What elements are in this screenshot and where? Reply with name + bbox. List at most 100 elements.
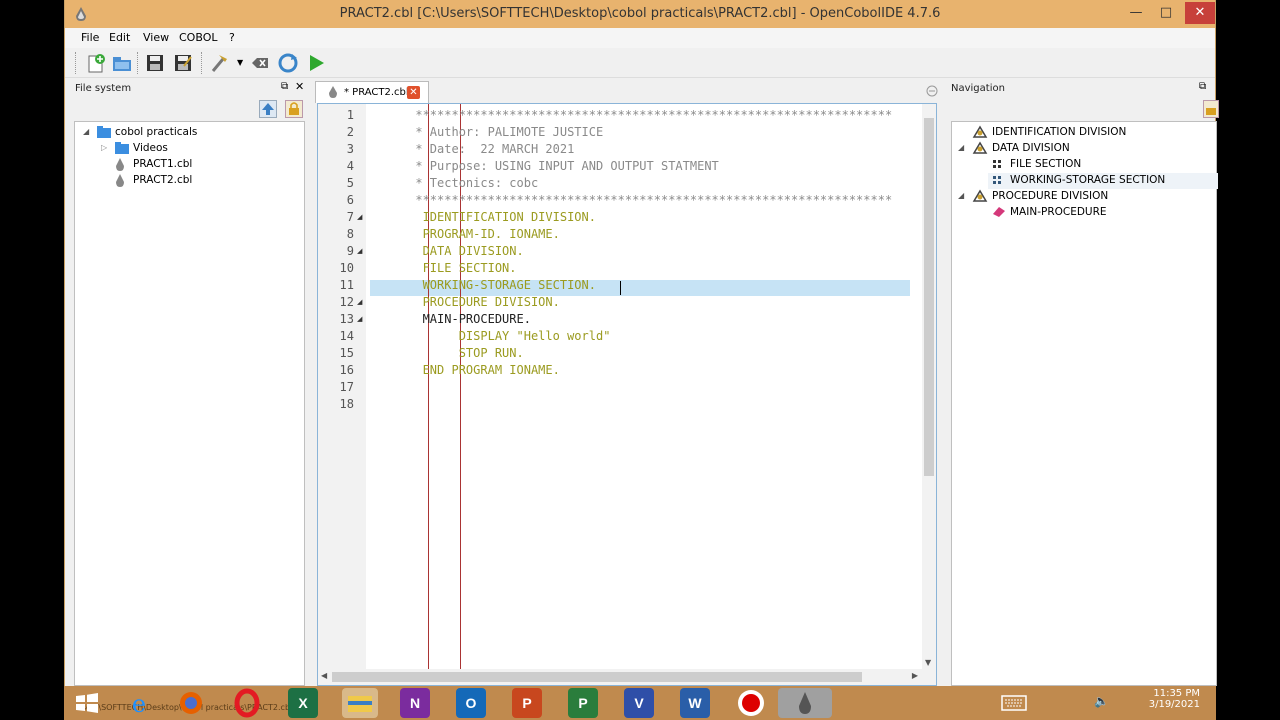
project-icon[interactable]: P <box>568 688 598 718</box>
code-line[interactable]: FILE SECTION. <box>372 261 517 275</box>
powerpoint-icon[interactable]: P <box>512 688 542 718</box>
code-line[interactable]: MAIN-PROCEDURE. <box>372 312 531 326</box>
expanded-arrow-icon[interactable]: ◢ <box>958 143 964 152</box>
windows-start-icon[interactable] <box>72 688 102 718</box>
code-line[interactable]: * Purpose: USING INPUT AND OUTPUT STATME… <box>372 159 718 173</box>
menu-help[interactable]: ? <box>229 31 235 44</box>
menu-edit[interactable]: Edit <box>109 31 130 44</box>
onenote-icon[interactable]: N <box>400 688 430 718</box>
close-panel-icon[interactable]: ✕ <box>295 80 304 93</box>
save-icon[interactable] <box>144 52 166 74</box>
code-line[interactable]: * Author: PALIMOTE JUSTICE <box>372 125 603 139</box>
horizontal-scroll-thumb[interactable] <box>332 672 862 682</box>
editor-area: * PRACT2.cbl ✕ 1 2 3 4 5 6 7 ◢ 8 9 ◢ 10 11 12 ◢ 13 ◢ 14 15… <box>313 79 941 686</box>
navigation-panel: Navigation ⧉ IDENTIFICATION DIVISION ◢ D… <box>945 79 1219 686</box>
nav-item-data-division[interactable]: ◢ DATA DIVISION <box>958 141 1208 157</box>
section-icon <box>993 160 1001 168</box>
lock-icon[interactable] <box>285 100 303 118</box>
division-icon <box>972 141 988 154</box>
close-tab-icon[interactable]: ✕ <box>407 86 420 99</box>
code-line[interactable]: PROCEDURE DIVISION. <box>372 295 560 309</box>
nav-item-file-section[interactable]: FILE SECTION <box>992 157 1212 173</box>
tab-options-icon[interactable] <box>925 84 939 98</box>
scroll-right-icon[interactable]: ▶ <box>912 671 918 680</box>
tray-date: 3/19/2021 <box>1148 699 1200 710</box>
code-line[interactable]: PROGRAM-ID. IONAME. <box>372 227 560 241</box>
open-file-icon[interactable] <box>111 52 133 74</box>
nav-item-identification-division[interactable]: IDENTIFICATION DIVISION <box>972 125 1212 141</box>
go-up-icon[interactable] <box>259 100 277 118</box>
code-line[interactable]: * Date: 22 MARCH 2021 <box>372 142 574 156</box>
tree-item-pract2[interactable]: PRACT2.cbl <box>115 173 275 189</box>
undock-icon[interactable]: ⧉ <box>281 81 288 92</box>
new-file-icon[interactable] <box>85 52 107 74</box>
file-explorer-icon[interactable] <box>342 688 378 718</box>
fold-arrow-icon[interactable]: ◢ <box>357 298 362 306</box>
line-number: 7 <box>346 210 354 224</box>
code-editor[interactable]: 1 2 3 4 5 6 7 ◢ 8 9 ◢ 10 11 12 ◢ 13 ◢ 14 15 16 17 18 ********… <box>317 103 937 686</box>
excel-icon[interactable]: X <box>288 688 318 718</box>
code-line[interactable]: DISPLAY "Hello world" <box>372 329 611 343</box>
outlook-icon[interactable]: O <box>456 688 486 718</box>
undock-icon[interactable]: ⧉ <box>1199 81 1206 92</box>
code-line[interactable]: ****************************************… <box>372 193 892 207</box>
toolbar-grip <box>201 52 203 74</box>
fold-arrow-icon[interactable]: ◢ <box>357 247 362 255</box>
collapsed-arrow-icon[interactable]: ▷ <box>101 143 107 152</box>
fold-arrow-icon[interactable]: ◢ <box>357 213 362 221</box>
nav-item-working-storage-section[interactable]: WORKING-STORAGE SECTION <box>988 173 1218 189</box>
app-window: PRACT2.cbl [C:\Users\SOFTTECH\Desktop\co… <box>64 0 1219 686</box>
scroll-left-icon[interactable]: ◀ <box>321 671 327 680</box>
code-line[interactable]: END PROGRAM IONAME. <box>372 363 560 377</box>
svg-text:e: e <box>132 690 146 718</box>
section-icon <box>993 176 1001 184</box>
opera-icon[interactable] <box>232 688 262 718</box>
vertical-scrollbar[interactable]: ▼ <box>922 104 936 669</box>
keyboard-icon[interactable] <box>1001 695 1027 711</box>
code-line[interactable]: * Tectonics: cobc <box>372 176 538 190</box>
volume-icon[interactable]: 🔈 <box>1094 694 1109 708</box>
lock-icon[interactable] <box>1203 100 1219 118</box>
tab-pract2[interactable]: * PRACT2.cbl ✕ <box>315 81 429 103</box>
visio-icon[interactable]: V <box>624 688 654 718</box>
internet-explorer-icon[interactable]: e <box>124 688 154 718</box>
expanded-arrow-icon[interactable]: ◢ <box>958 191 964 200</box>
run-icon[interactable] <box>305 52 327 74</box>
scroll-down-icon[interactable]: ▼ <box>925 658 931 667</box>
fold-arrow-icon[interactable]: ◢ <box>357 315 362 323</box>
record-icon[interactable] <box>736 688 766 718</box>
code-line[interactable]: WORKING-STORAGE SECTION. <box>372 278 596 292</box>
close-button[interactable]: ✕ <box>1185 2 1215 24</box>
tree-item-cobol-practicals[interactable]: ◢ cobol practicals <box>83 125 283 141</box>
chevron-down-icon[interactable]: ▼ <box>237 58 243 67</box>
code-line[interactable]: STOP RUN. <box>372 346 524 360</box>
horizontal-scrollbar[interactable]: ◀ ▶ <box>318 669 936 685</box>
minimize-button[interactable]: — <box>1121 2 1151 24</box>
tree-item-pract1[interactable]: PRACT1.cbl <box>115 157 275 173</box>
clean-icon[interactable] <box>249 52 271 74</box>
compile-icon[interactable] <box>209 52 231 74</box>
code-line[interactable]: DATA DIVISION. <box>372 244 524 258</box>
line-number: 3 <box>346 142 354 156</box>
code-line[interactable]: ****************************************… <box>372 108 892 122</box>
tree-item-videos[interactable]: ▷ Videos <box>101 141 281 157</box>
firefox-icon[interactable] <box>176 688 206 718</box>
nav-item-procedure-division[interactable]: ◢ PROCEDURE DIVISION <box>958 189 1208 205</box>
vertical-scroll-thumb[interactable] <box>924 118 934 476</box>
line-number: 6 <box>346 193 354 207</box>
tray-clock[interactable]: 11:35 PM 3/19/2021 <box>1149 688 1200 710</box>
word-icon[interactable]: W <box>680 688 710 718</box>
menu-view[interactable]: View <box>143 31 169 44</box>
expanded-arrow-icon[interactable]: ◢ <box>83 127 89 136</box>
nav-item-main-procedure[interactable]: MAIN-PROCEDURE <box>992 205 1212 221</box>
code-line[interactable]: IDENTIFICATION DIVISION. <box>372 210 596 224</box>
menu-cobol[interactable]: COBOL <box>179 31 217 44</box>
maximize-button[interactable]: □ <box>1151 2 1181 24</box>
save-as-icon[interactable] <box>172 52 194 74</box>
opencobolide-icon[interactable] <box>778 688 832 718</box>
title-bar: PRACT2.cbl [C:\Users\SOFTTECH\Desktop\co… <box>65 0 1215 28</box>
cobol-file-icon <box>116 174 124 187</box>
navigation-tree: IDENTIFICATION DIVISION ◢ DATA DIVISION … <box>951 121 1218 686</box>
rebuild-icon[interactable] <box>277 52 299 74</box>
menu-file[interactable]: File <box>81 31 99 44</box>
